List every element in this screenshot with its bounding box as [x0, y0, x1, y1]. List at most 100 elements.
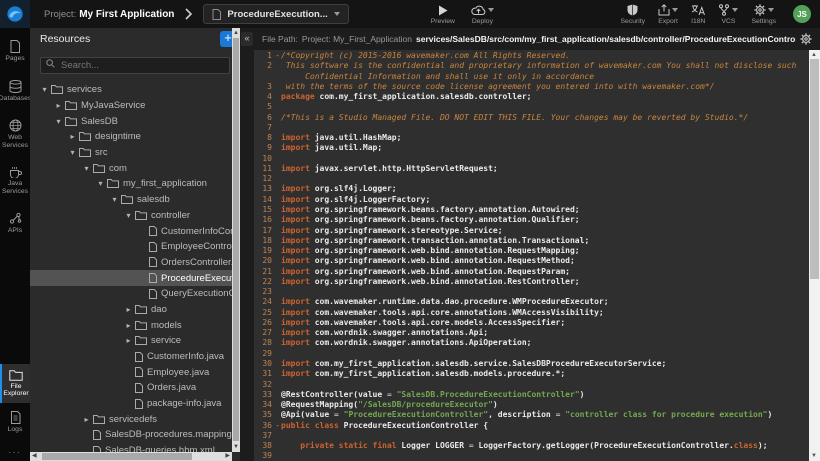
code-line[interactable]: 9import java.util.Map; — [254, 143, 820, 153]
code-line[interactable]: 30import com.my_first_application.salesd… — [254, 359, 820, 369]
code-line[interactable]: 34@RequestMapping("/SalesDB/procedureExe… — [254, 400, 820, 410]
code-line[interactable]: 14import org.slf4j.LoggerFactory; — [254, 195, 820, 205]
settings-button[interactable]: Settings — [751, 4, 776, 25]
tree-vertical-scrollbar[interactable]: ▲ ▼ — [232, 28, 240, 452]
tree-item[interactable]: package-info.java — [30, 396, 240, 412]
code-line[interactable]: 20import org.springframework.web.bind.an… — [254, 256, 820, 266]
sidebar-item-apis[interactable]: APIs — [0, 206, 30, 240]
code-editor[interactable]: 1-/*Copyright (c) 2015-2016 wavemaker.co… — [254, 50, 820, 461]
code-line[interactable]: 1-/*Copyright (c) 2015-2016 wavemaker.co… — [254, 51, 820, 61]
tree-item[interactable]: ▾controller — [30, 208, 240, 224]
tree-item[interactable]: Orders.java — [30, 380, 240, 396]
tree-item[interactable]: ▾services — [30, 82, 240, 98]
sidebar-item-web-services[interactable]: Web Services — [0, 113, 30, 154]
vcs-button[interactable]: VCS — [718, 4, 738, 25]
tree-item[interactable]: ▸servicedefs — [30, 411, 240, 427]
code-line[interactable]: 12 — [254, 174, 820, 184]
code-line[interactable]: 3 with the terms of the source code lice… — [254, 82, 820, 92]
tree-vscroll-thumb[interactable] — [233, 38, 239, 441]
sidebar-item-logs[interactable]: Logs — [0, 405, 30, 439]
fold-marker-icon[interactable]: - — [274, 51, 281, 61]
code-line[interactable]: 16import org.springframework.beans.facto… — [254, 215, 820, 225]
search-input[interactable] — [40, 57, 230, 74]
tree-item[interactable]: ProcedureExecutionController.java — [30, 270, 240, 286]
export-button[interactable]: Export — [658, 4, 678, 25]
scroll-up-arrow-icon[interactable]: ▲ — [811, 52, 817, 58]
preview-button[interactable]: Preview — [431, 4, 455, 25]
code-line[interactable]: 2 This software is the confidential and … — [254, 61, 820, 71]
code-line[interactable]: 22import org.springframework.web.bind.an… — [254, 277, 820, 287]
tree-item[interactable]: ▾my_first_application — [30, 176, 240, 192]
code-line[interactable]: 39 — [254, 451, 820, 461]
tree-item[interactable]: CustomerInfo.java — [30, 349, 240, 365]
scroll-left-arrow-icon[interactable]: ◀ — [32, 453, 37, 459]
code-line[interactable]: 10 — [254, 154, 820, 164]
collapse-arrow-icon[interactable]: ▾ — [108, 195, 121, 204]
security-button[interactable]: Security — [621, 4, 646, 25]
collapse-arrow-icon[interactable]: ▾ — [38, 85, 51, 94]
code-line[interactable]: 18import org.springframework.transaction… — [254, 236, 820, 246]
tree-item[interactable]: ▸dao — [30, 302, 240, 318]
sidebar-item-java-services[interactable]: Java Services — [0, 160, 30, 200]
tree-item[interactable]: ▸models — [30, 317, 240, 333]
tree-item[interactable]: ▸service — [30, 333, 240, 349]
file-tree[interactable]: ▾services▸MyJavaService▾SalesDB▸designti… — [30, 80, 240, 461]
code-line[interactable]: 35@Api(value = "ProcedureExecutionContro… — [254, 410, 820, 420]
collapse-arrow-icon[interactable]: ▾ — [66, 148, 79, 157]
tree-item[interactable]: ▸MyJavaService — [30, 98, 240, 114]
scroll-down-arrow-icon[interactable]: ▼ — [811, 453, 817, 459]
scroll-down-arrow-icon[interactable]: ▼ — [233, 444, 239, 450]
sidebar-item-pages[interactable]: Pages — [0, 34, 30, 68]
expand-arrow-icon[interactable]: ▸ — [122, 321, 135, 330]
code-line[interactable]: 28import com.wordnik.swagger.annotations… — [254, 338, 820, 348]
tree-item[interactable]: ▸designtime — [30, 129, 240, 145]
code-line[interactable]: Confidential Information and shall use i… — [254, 72, 820, 82]
collapse-arrow-icon[interactable]: ▾ — [122, 211, 135, 220]
code-line[interactable]: 27import com.wordnik.swagger.annotations… — [254, 328, 820, 338]
code-line[interactable]: 25import com.wavemaker.tools.api.core.an… — [254, 308, 820, 318]
code-line[interactable]: 23 — [254, 287, 820, 297]
collapse-panel-button[interactable]: « — [241, 32, 253, 46]
code-line[interactable]: 7 — [254, 123, 820, 133]
i18n-button[interactable]: I18N — [691, 4, 705, 25]
code-line[interactable]: 6/*This is a Studio Managed File. DO NOT… — [254, 113, 820, 123]
collapse-arrow-icon[interactable]: ▾ — [80, 164, 93, 173]
editor-settings-button[interactable] — [800, 33, 812, 45]
editor-vscroll-thumb[interactable] — [810, 59, 819, 279]
code-line[interactable]: 38 private static final Logger LOGGER = … — [254, 441, 820, 451]
collapse-arrow-icon[interactable]: ▾ — [52, 117, 65, 126]
code-line[interactable]: 15import org.springframework.beans.facto… — [254, 205, 820, 215]
code-line[interactable]: 32 — [254, 380, 820, 390]
tree-item[interactable]: OrdersController.java — [30, 255, 240, 271]
code-line[interactable]: 11import javax.servlet.http.HttpServletR… — [254, 164, 820, 174]
code-line[interactable]: 33@RestController(value = "SalesDB.Proce… — [254, 390, 820, 400]
code-line[interactable]: 29 — [254, 349, 820, 359]
tree-item[interactable]: QueryExecutionController.java — [30, 286, 240, 302]
tree-item[interactable]: ▾salesdb — [30, 192, 240, 208]
file-selector-dropdown[interactable]: ProcedureExecution... — [203, 4, 348, 24]
code-line[interactable]: 36-public class ProcedureExecutionContro… — [254, 421, 820, 431]
code-line[interactable]: 4package com.my_first_application.salesd… — [254, 92, 820, 102]
more-menu-button[interactable]: ... — [0, 438, 30, 461]
tree-item[interactable]: ▾com — [30, 160, 240, 176]
expand-arrow-icon[interactable]: ▸ — [66, 132, 79, 141]
editor-vertical-scrollbar[interactable]: ▲ ▼ — [809, 50, 820, 461]
scroll-up-arrow-icon[interactable]: ▲ — [233, 30, 239, 36]
tree-item[interactable]: ▾SalesDB — [30, 113, 240, 129]
tree-item[interactable]: ▾src — [30, 145, 240, 161]
code-line[interactable]: 5 — [254, 102, 820, 112]
tree-item[interactable]: EmployeeController.java — [30, 239, 240, 255]
code-line[interactable]: 37 — [254, 431, 820, 441]
expand-arrow-icon[interactable]: ▸ — [122, 305, 135, 314]
code-line[interactable]: 31import com.my_first_application.salesd… — [254, 369, 820, 379]
code-line[interactable]: 24import com.wavemaker.runtime.data.dao.… — [254, 297, 820, 307]
wavemaker-logo[interactable] — [0, 0, 30, 28]
sidebar-item-databases[interactable]: Databases — [0, 74, 30, 108]
deploy-button[interactable]: Deploy — [471, 4, 494, 25]
expand-arrow-icon[interactable]: ▸ — [52, 101, 65, 110]
tree-item[interactable]: Employee.java — [30, 364, 240, 380]
code-line[interactable]: 17import org.springframework.stereotype.… — [254, 226, 820, 236]
fold-marker-icon[interactable]: - — [274, 421, 281, 431]
code-line[interactable]: 13import org.slf4j.Logger; — [254, 184, 820, 194]
code-line[interactable]: 8import java.util.HashMap; — [254, 133, 820, 143]
